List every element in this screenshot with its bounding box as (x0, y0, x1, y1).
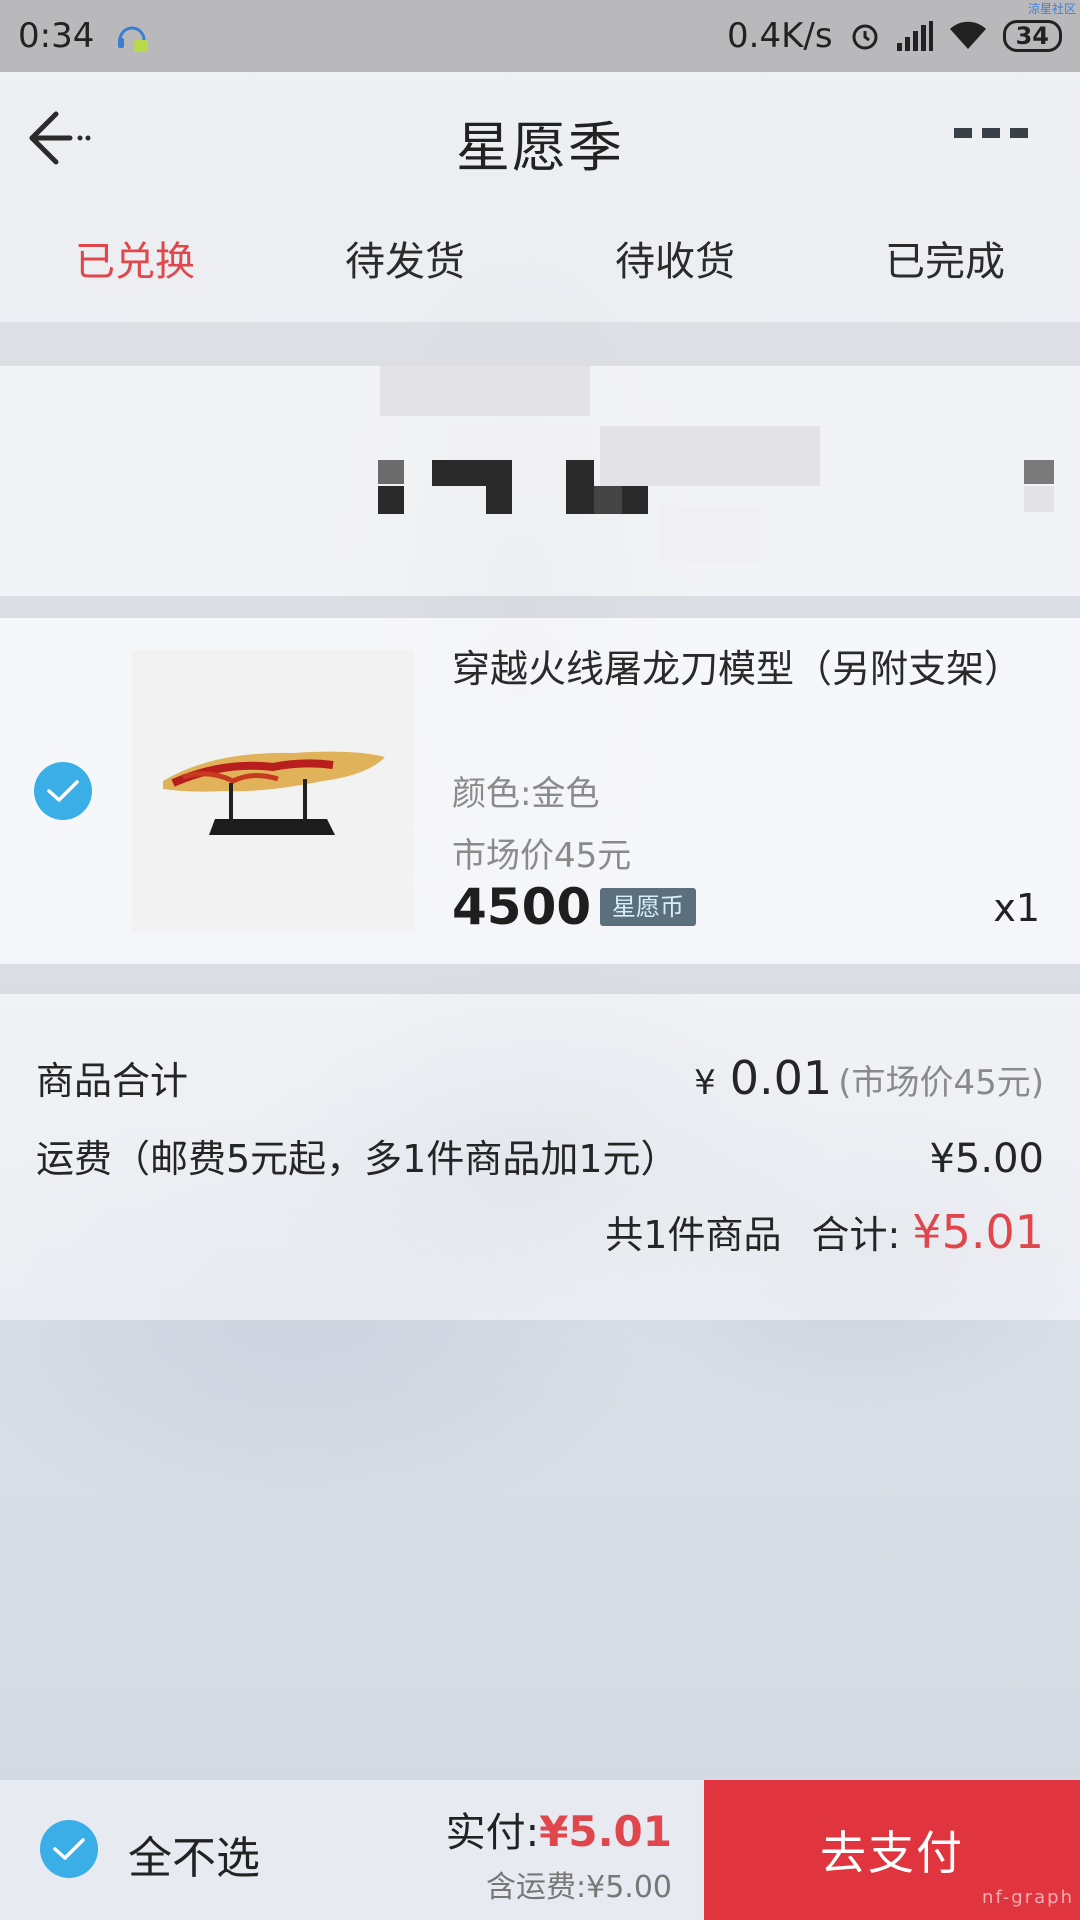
corner-watermark: 涼星社区 (1027, 2, 1076, 16)
address-block-redacted[interactable] (0, 366, 1080, 596)
watermark: nf-graph (982, 1887, 1074, 1908)
total-label: 合计: (811, 1213, 901, 1257)
product-quantity: x1 (993, 886, 1040, 930)
pay-line: 实付: ¥5.01 (446, 1800, 672, 1858)
shipping-row: 运费（邮费5元起，多1件商品加1元） ¥5.00 (36, 1128, 1044, 1183)
more-dot (1010, 128, 1028, 138)
tab-to-ship[interactable]: 待发货 (270, 212, 540, 322)
select-all-label[interactable]: 全不选 (128, 1822, 260, 1886)
back-button[interactable] (26, 108, 106, 172)
bottom-checkout-bar: 全不选 实付: ¥5.01 含运费:¥5.00 去支付 nf-graph (0, 1780, 1080, 1920)
shipping-value: ¥5.00 (929, 1136, 1044, 1182)
divider (0, 322, 1080, 366)
product-card[interactable]: 穿越火线屠龙刀模型（另附支架） 颜色:金色 市场价45元 4500 星愿币 x1 (0, 618, 1080, 964)
grand-total-row: 共1件商品 合计: ¥5.01 (36, 1204, 1044, 1259)
pay-shipping-note: 含运费:¥5.00 (486, 1870, 672, 1905)
tab-completed[interactable]: 已完成 (810, 212, 1080, 322)
pay-info: 实付: ¥5.01 含运费:¥5.00 (446, 1800, 672, 1906)
status-right-group: 0.4K/s 34 (727, 16, 1062, 56)
battery-level: 34 (1015, 22, 1049, 50)
pay-button-label: 去支付 (820, 1826, 964, 1880)
more-dot (982, 128, 1000, 138)
pay-value: ¥5.01 (539, 1807, 672, 1856)
goods-total-row: 商品合计 ¥ 0.01 (市场价45元) (36, 1050, 1044, 1105)
tab-to-receive[interactable]: 待收货 (540, 212, 810, 322)
product-name[interactable]: 穿越火线屠龙刀模型（另附支架） (452, 646, 1022, 692)
network-speed: 0.4K/s (727, 16, 833, 56)
more-dots-icon (954, 128, 972, 138)
product-market-price: 市场价45元 (452, 836, 632, 876)
yen-symbol: ¥ (694, 1063, 716, 1103)
goods-total-label: 商品合计 (36, 1059, 189, 1103)
pay-label: 实付: (445, 1810, 540, 1856)
checkmark-icon (53, 1838, 85, 1860)
wifi-icon (949, 21, 987, 51)
signal-icon (896, 21, 933, 51)
currency-badge: 星愿币 (600, 888, 696, 926)
checkmark-icon (47, 780, 79, 802)
product-checkbox[interactable] (34, 762, 92, 820)
nav-bar: 星愿季 (0, 72, 1080, 212)
divider (0, 964, 1080, 994)
divider (0, 596, 1080, 618)
status-time: 0:34 (18, 16, 95, 56)
goods-total-right: ¥ 0.01 (市场价45元) (694, 1051, 1044, 1105)
goods-market-price: (市场价45元) (838, 1063, 1044, 1103)
item-count: 共1件商品 (605, 1213, 782, 1257)
grand-total-right: 共1件商品 合计: ¥5.01 (605, 1204, 1044, 1259)
dragon-knife-model-image (163, 751, 385, 835)
order-tabs: 已兑换 待发货 待收货 已完成 (0, 212, 1080, 322)
battery-icon: 34 (1002, 20, 1062, 52)
select-all-checkbox[interactable] (40, 1820, 98, 1878)
product-color: 颜色:金色 (452, 774, 600, 814)
alarm-icon (849, 20, 881, 52)
total-value: ¥5.01 (912, 1205, 1044, 1259)
arrow-left-icon (26, 108, 98, 172)
pay-button[interactable]: 去支付 nf-graph (704, 1780, 1080, 1920)
tab-exchanged[interactable]: 已兑换 (0, 212, 270, 322)
status-bar: 0:34 0.4K/s 34 (0, 0, 1080, 72)
product-price: 4500 (452, 878, 592, 936)
headset-notification-icon (112, 16, 152, 56)
order-summary: 商品合计 ¥ 0.01 (市场价45元) 运费（邮费5元起，多1件商品加1元） … (0, 994, 1080, 1320)
product-image[interactable] (132, 650, 414, 932)
page-title: 星愿季 (456, 115, 624, 179)
shipping-right: ¥5.00 (929, 1136, 1044, 1182)
shipping-label: 运费（邮费5元起，多1件商品加1元） (36, 1137, 679, 1181)
goods-total-value: 0.01 (729, 1051, 833, 1105)
more-button[interactable] (954, 128, 1028, 138)
